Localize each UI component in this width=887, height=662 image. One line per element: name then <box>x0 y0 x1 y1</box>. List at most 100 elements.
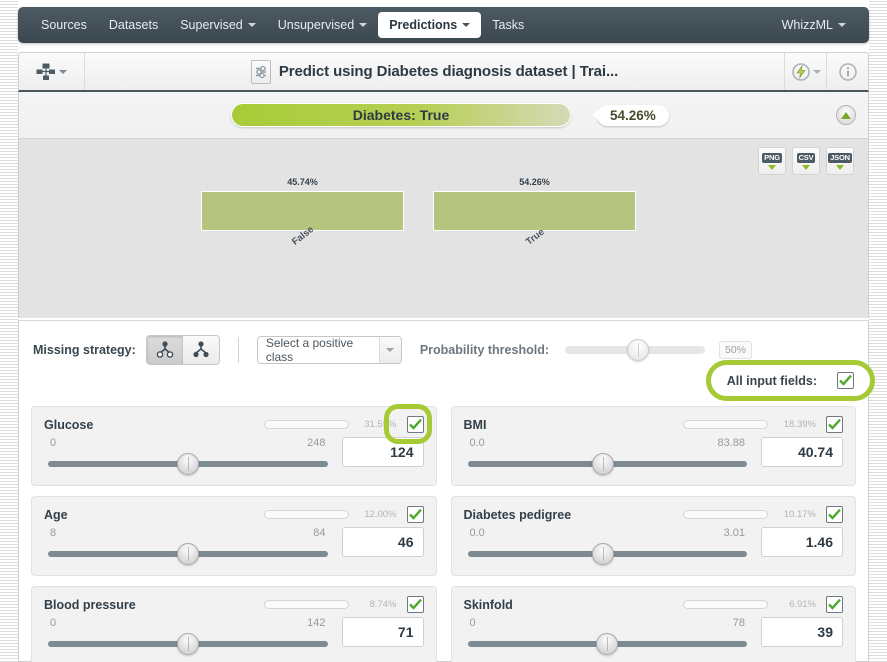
field-slider[interactable] <box>467 543 747 565</box>
lightning-action-button[interactable] <box>784 53 826 90</box>
collapse-panel-button[interactable] <box>836 105 856 125</box>
field-name: Age <box>44 507 68 522</box>
input-field-card: Age 12.00% 8 84 46 <box>31 496 437 576</box>
field-importance-value: 8.74% <box>369 599 397 610</box>
download-arrow-icon <box>836 164 844 170</box>
input-field-card: Glucose 31.55% 0 248 124 <box>31 404 437 486</box>
title-actions <box>784 53 868 90</box>
field-name: Diabetes pedigree <box>463 507 572 522</box>
field-checkbox[interactable] <box>826 596 843 613</box>
chevron-down-icon <box>386 347 395 352</box>
probability-threshold-handle[interactable] <box>627 338 649 361</box>
field-slider[interactable] <box>467 453 747 475</box>
field-slider[interactable] <box>48 453 328 475</box>
field-value-input[interactable]: 1.46 <box>761 527 843 557</box>
export-png-label: PNG <box>762 153 782 163</box>
nav-label: Supervised <box>180 18 243 32</box>
positive-class-value: Select a positive class <box>265 335 354 364</box>
field-slider-wrap: 0.0 83.88 <box>464 437 762 475</box>
positive-class-select[interactable]: Select a positive class <box>256 335 402 364</box>
field-slider-handle[interactable] <box>176 633 199 655</box>
prediction-result-pill[interactable]: Diabetes: True <box>231 103 571 127</box>
chevron-down-icon <box>359 23 368 27</box>
select-caret[interactable] <box>378 336 401 363</box>
nav-item-whizzml[interactable]: WhizzML <box>771 12 857 38</box>
field-value-input[interactable]: 124 <box>341 437 424 467</box>
nav-label: WhizzML <box>781 18 833 32</box>
bar-category-wrap: False <box>201 224 404 252</box>
field-min: 8 <box>50 527 57 539</box>
collapse-up-icon <box>841 111 851 119</box>
field-max: 142 <box>307 617 326 629</box>
nav-item-sources[interactable]: Sources <box>30 12 98 38</box>
input-fields-area: Glucose 31.55% 0 248 124 BMI 18.39% 0.0 83.88 40.… <box>18 378 869 662</box>
field-header: Glucose 31.55% <box>44 404 432 444</box>
field-importance-value: 12.00% <box>364 509 397 520</box>
field-body: 0 248 124 <box>44 437 424 475</box>
checked-checkbox-icon <box>828 599 841 610</box>
model-tree-menu-button[interactable] <box>19 53 85 90</box>
field-body: 0.0 83.88 40.74 <box>464 437 843 475</box>
field-header: BMI 18.39% <box>464 416 843 433</box>
field-slider-wrap: 8 84 <box>44 527 342 565</box>
field-checkbox[interactable] <box>406 506 424 523</box>
export-png-button[interactable]: PNG <box>758 147 786 175</box>
field-value-input[interactable]: 40.74 <box>761 437 843 467</box>
field-slider-handle[interactable] <box>592 453 615 475</box>
field-range: 0 248 <box>44 437 332 452</box>
page-title: Predict using Diabetes diagnosis dataset… <box>278 63 619 80</box>
field-checkbox[interactable] <box>406 416 424 433</box>
prediction-chart: PNG CSV JSON 45.74% False 54.26% True <box>19 138 868 318</box>
input-field-card: Skinfold 6.91% 0 78 39 <box>450 586 856 662</box>
field-slider-handle[interactable] <box>592 543 615 565</box>
field-slider[interactable] <box>467 633 747 655</box>
nav-item-predictions[interactable]: Predictions <box>378 12 482 38</box>
field-max: 84 <box>313 527 326 539</box>
field-slider[interactable] <box>48 633 328 655</box>
field-min: 0.0 <box>469 437 485 449</box>
field-value: 124 <box>390 444 414 460</box>
prediction-percent: 54.26% <box>610 107 656 123</box>
download-arrow-icon <box>802 164 810 170</box>
field-importance-bar <box>263 600 349 609</box>
field-slider-handle[interactable] <box>176 453 199 475</box>
input-field-card: Diabetes pedigree 10.17% 0.0 3.01 1.46 <box>450 496 856 576</box>
export-json-button[interactable]: JSON <box>826 147 854 175</box>
chart-bar[interactable] <box>433 191 636 231</box>
chart-bar-group-false: 45.74% False <box>201 177 404 252</box>
chart-bar[interactable] <box>201 191 404 231</box>
field-value-input[interactable]: 71 <box>341 617 424 647</box>
nav-item-unsupervised[interactable]: Unsupervised <box>267 12 378 38</box>
field-slider-handle[interactable] <box>596 633 619 655</box>
field-importance-value: 18.39% <box>783 419 816 430</box>
checked-checkbox-icon <box>839 375 852 386</box>
field-value-input[interactable]: 46 <box>341 527 424 557</box>
title-area: Predict using Diabetes diagnosis dataset… <box>85 59 784 84</box>
field-slider[interactable] <box>48 543 328 565</box>
chevron-down-icon <box>462 23 471 27</box>
field-checkbox[interactable] <box>406 596 424 613</box>
nav-item-supervised[interactable]: Supervised <box>169 12 267 38</box>
bar-value-label: 54.26% <box>519 177 550 187</box>
field-checkbox[interactable] <box>826 416 843 433</box>
missing-strategy-last-prediction-button[interactable] <box>146 335 183 364</box>
nav-item-tasks[interactable]: Tasks <box>481 12 535 38</box>
field-value-input[interactable]: 39 <box>761 617 843 647</box>
probability-threshold-slider[interactable] <box>565 338 705 361</box>
nav-item-datasets[interactable]: Datasets <box>98 12 169 38</box>
info-icon <box>838 62 857 81</box>
field-checkbox[interactable] <box>826 506 843 523</box>
prediction-confidence-badge: 54.26% <box>592 104 669 126</box>
bar-category-wrap: True <box>433 227 636 252</box>
export-csv-button[interactable]: CSV <box>792 147 820 175</box>
all-input-fields-checkbox[interactable] <box>837 372 854 389</box>
missing-strategy-proportional-button[interactable] <box>182 335 219 364</box>
app-window: Sources Datasets Supervised Unsupervised… <box>0 0 887 662</box>
lightning-icon <box>791 62 810 81</box>
field-slider-handle[interactable] <box>176 543 199 565</box>
field-slider-wrap: 0 142 <box>44 617 342 655</box>
field-importance-bar <box>683 600 768 609</box>
all-input-fields-toggle[interactable]: All input fields: <box>705 360 875 401</box>
info-button[interactable] <box>826 53 868 90</box>
export-csv-label: CSV <box>796 153 816 163</box>
